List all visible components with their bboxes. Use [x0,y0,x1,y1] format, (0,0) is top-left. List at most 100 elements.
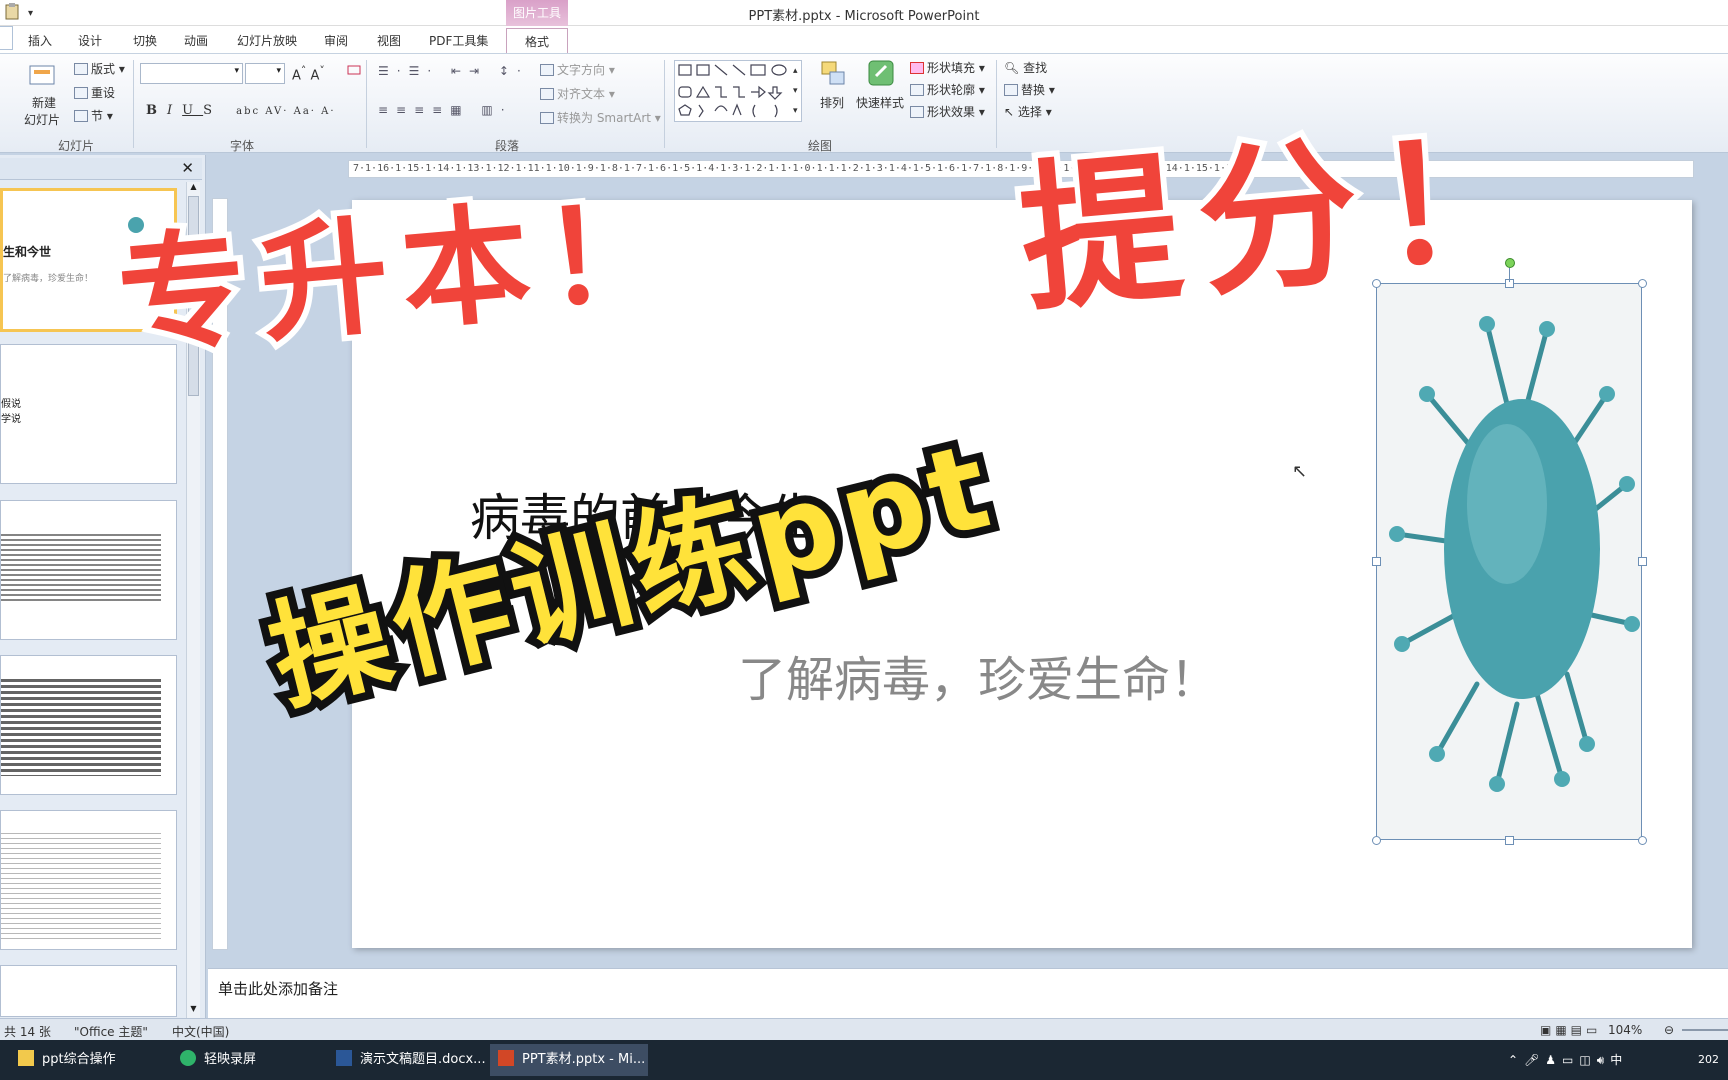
language[interactable]: 中文(中国) [172,1023,229,1040]
smartart-icon [540,112,554,124]
section-icon [74,110,88,122]
find-button[interactable]: 🔍︎ 查找 [1004,59,1047,76]
layout-button[interactable]: 版式 ▾ [74,60,125,77]
title-bar: PPT素材.pptx - Microsoft PowerPoint [0,0,1728,26]
slide-count: 共 14 张 [4,1025,51,1039]
layout-label: 版式 [91,62,116,76]
clock[interactable]: 202 [1690,1044,1728,1076]
list-buttons[interactable]: ☰·☰· ⇤⇥ ↕· [378,64,529,78]
quick-styles-label[interactable]: 快速样式 [856,94,904,111]
taskbar-label: PPT素材.pptx - Mi... [522,1052,646,1067]
font-style-buttons[interactable]: BIUS abc AV· Aa· A· [146,103,336,118]
reset-button[interactable]: 重设 [74,84,115,101]
grow-font-button[interactable]: A˄ A˅ [292,64,325,83]
arrange-label[interactable]: 排列 [820,94,844,111]
tab-insert[interactable]: 插入 [22,30,58,51]
shape-effects-button[interactable]: 形状效果 ▾ [910,103,985,120]
taskbar-item-folder[interactable]: ppt综合操作 [10,1044,168,1076]
resize-handle[interactable] [1638,279,1647,288]
slide-thumbnail-4[interactable] [0,655,177,795]
new-slide-icon [29,65,55,85]
zoom-slider[interactable] [1682,1029,1728,1031]
quick-styles-icon [868,60,894,86]
word-icon [336,1050,352,1066]
tab-slideshow[interactable]: 幻灯片放映 [231,30,303,51]
new-slide-button[interactable] [28,62,58,93]
resize-handle[interactable] [1372,836,1381,845]
tab-transitions[interactable]: 切换 [127,30,163,51]
slides-panel-header: ✕ [0,158,202,180]
slide-subtitle[interactable]: 了解病毒，珍爱生命！ [738,640,1218,710]
quick-styles-button[interactable] [866,58,896,93]
overlay-headline-2: 提分！ [1007,95,1567,340]
paste-icon[interactable]: ▾ [4,2,44,22]
folder-icon [18,1050,34,1066]
virus-picture[interactable] [1376,283,1642,840]
shape-effects-label: 形状效果 [927,105,976,119]
align-buttons[interactable]: ≡≡≡≡▦ ▥· [378,103,513,117]
tab-design[interactable]: 设计 [72,30,108,51]
svg-text:▾: ▾ [793,106,798,116]
slide-thumbnail-6[interactable] [0,965,177,1017]
thumb-line: 学说 [1,414,21,425]
arrange-icon [821,61,845,85]
text-direction-label: 文字方向 [557,63,606,77]
replace-button[interactable]: 替换 ▾ [1004,81,1055,98]
tab-animations[interactable]: 动画 [178,30,214,51]
tab-review[interactable]: 审阅 [318,30,354,51]
notes-pane[interactable]: 单击此处添加备注 [208,968,1728,1018]
close-icon[interactable]: ✕ [181,159,194,177]
scroll-down-icon[interactable]: ▼ [188,1004,199,1018]
layout-icon [74,63,88,75]
slide-thumbnail-5[interactable] [0,810,177,950]
view-buttons[interactable]: ▣▦▤▭ [1540,1023,1601,1037]
taskbar-item-powerpoint[interactable]: PPT素材.pptx - Mi... [490,1044,648,1076]
tab-pdf-tools[interactable]: PDF工具集 [423,30,494,51]
clear-format-icon[interactable] [346,62,362,81]
text-direction-button[interactable]: 文字方向 ▾ [540,61,615,78]
quick-access-toolbar[interactable]: ▾ [4,2,44,22]
thumb-text-block [1,829,161,939]
divider [133,60,134,148]
align-text-label: 对齐文本 [557,87,606,101]
align-text-button[interactable]: 对齐文本 ▾ [540,85,615,102]
replace-label: 替换 [1021,83,1046,97]
resize-handle[interactable] [1638,557,1647,566]
resize-handle[interactable] [1505,836,1514,845]
zoom-level[interactable]: 104% [1608,1023,1642,1037]
resize-handle[interactable] [1638,836,1647,845]
file-tab[interactable] [0,26,13,50]
reset-icon [74,87,88,99]
font-name-combo[interactable]: ▾ [140,63,243,84]
ime-indicator[interactable]: 中 [1610,1053,1628,1067]
section-button[interactable]: 节 ▾ [74,107,113,124]
tab-format[interactable]: 格式 [506,28,568,54]
tab-view[interactable]: 视图 [371,30,407,51]
shape-fill-button[interactable]: 形状填充 ▾ [910,59,985,76]
smartart-button[interactable]: 转换为 SmartArt ▾ [540,109,661,126]
status-bar: 共 14 张 "Office 主题" 中文(中国) ▣▦▤▭ 104% ⊖ [0,1018,1728,1040]
new-slide-label-2[interactable]: 幻灯片 [24,111,60,128]
find-label: 查找 [1023,61,1048,75]
effects-icon [910,106,924,118]
section-label: 节 [91,109,104,123]
thumb-subtitle: 了解病毒，珍爱生命！ [3,274,94,284]
taskbar-item-recorder[interactable]: 轻映录屏 [172,1044,322,1076]
thumb-line: 假说 [1,399,21,410]
chevron-down-icon: ▾ [234,66,239,76]
taskbar-item-word[interactable]: 演示文稿题目.docx... [328,1044,486,1076]
zoom-out-icon[interactable]: ⊖ [1664,1023,1674,1037]
shapes-gallery[interactable]: ▴ ▾ ▾ [674,60,802,122]
new-slide-label[interactable]: 新建 [32,94,56,111]
system-tray[interactable]: ⌃🎤︎♟▭◫🔊︎中 [1500,1044,1640,1076]
taskbar-label: ppt综合操作 [42,1052,116,1067]
font-size-combo[interactable]: ▾ [245,63,285,84]
binoculars-icon: 🔍︎ [1004,61,1020,75]
slides-group-label: 幻灯片 [58,139,95,153]
reset-label: 重设 [91,86,116,100]
shape-outline-button[interactable]: 形状轮廓 ▾ [910,81,985,98]
arrange-button[interactable] [818,58,848,93]
recorder-icon [180,1050,196,1066]
slide-thumbnail-3[interactable] [0,500,177,640]
resize-handle[interactable] [1372,557,1381,566]
